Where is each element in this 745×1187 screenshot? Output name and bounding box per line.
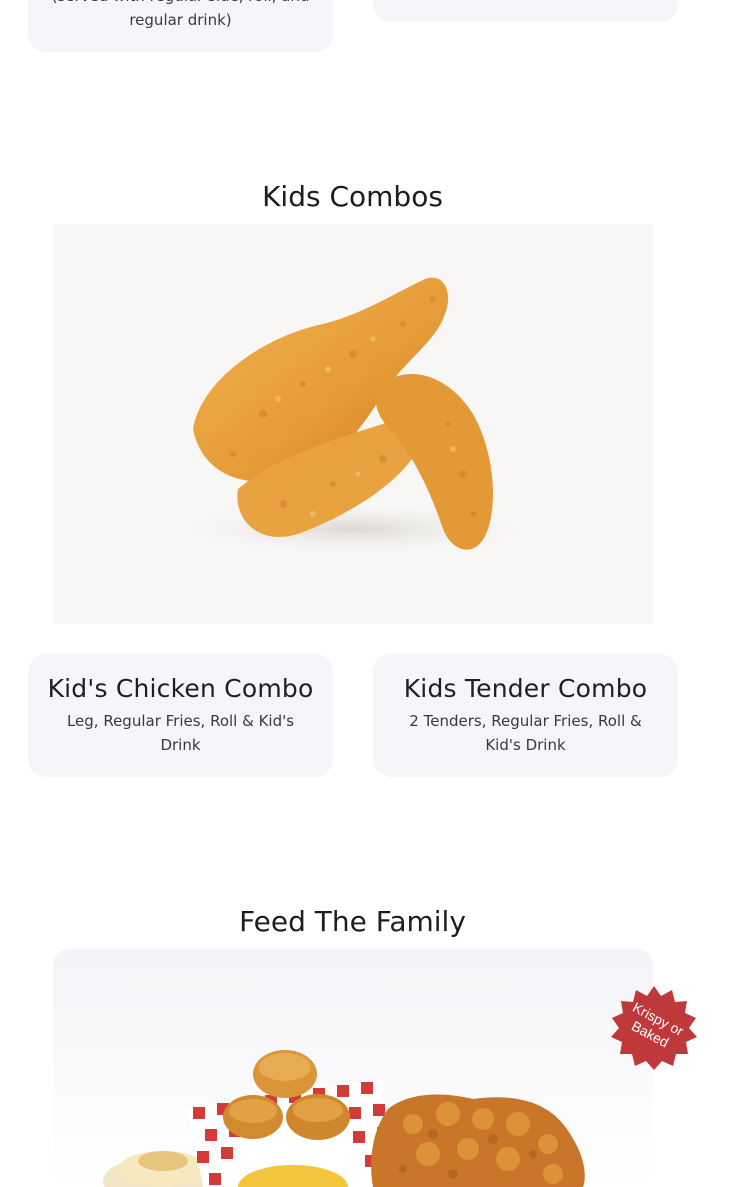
- kids-combos-image: [53, 224, 653, 624]
- family-meal-illustration: [103, 1050, 585, 1187]
- menu-item-desc: Leg, Regular Fries, Roll & Kid's Drink: [66, 712, 295, 754]
- fried-chicken-illustration: [163, 277, 543, 557]
- menu-item-title: Kids Tender Combo: [403, 674, 648, 703]
- krispy-or-baked-badge: Krispy or Baked: [608, 984, 700, 1076]
- menu-item-title: Kid's Chicken Combo: [47, 674, 314, 703]
- menu-card-prev-right[interactable]: [373, 0, 678, 22]
- menu-card-kids-chicken-combo[interactable]: Kid's Chicken Combo Leg, Regular Fries, …: [28, 654, 333, 777]
- section-title-feed-the-family: Feed The Family: [239, 905, 466, 938]
- menu-card-desc: (served with regular side, roll, and reg…: [52, 0, 310, 29]
- feed-the-family-image: [53, 949, 653, 1187]
- section-title-kids-combos: Kids Combos: [262, 180, 443, 213]
- menu-item-desc: 2 Tenders, Regular Fries, Roll & Kid's D…: [409, 712, 642, 754]
- menu-card-kids-tender-combo[interactable]: Kids Tender Combo 2 Tenders, Regular Fri…: [373, 654, 678, 777]
- menu-card-prev-left[interactable]: (served with regular side, roll, and reg…: [28, 0, 333, 52]
